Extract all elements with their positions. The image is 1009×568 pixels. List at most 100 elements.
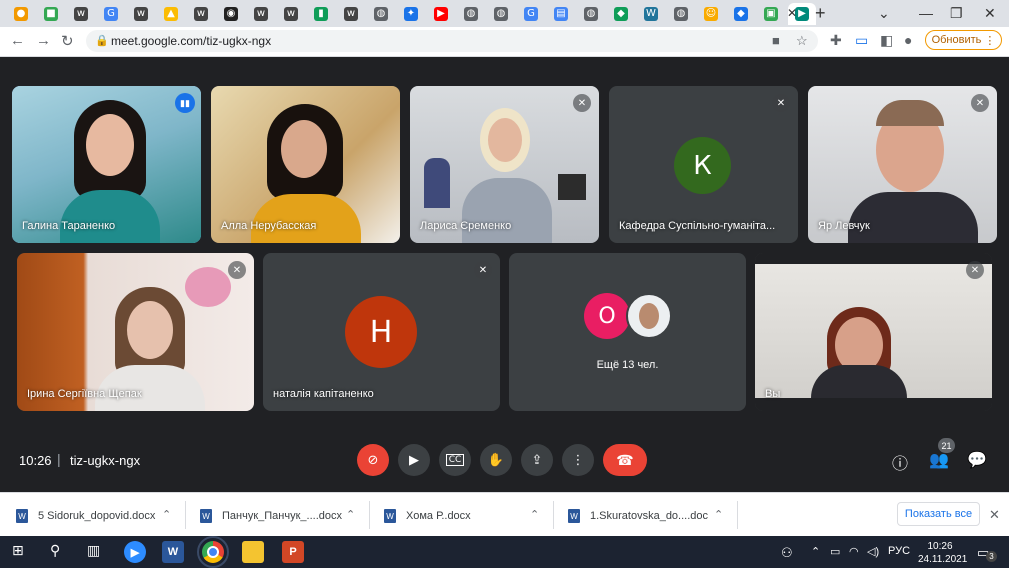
more-participants-tile[interactable]: О Ещё 13 чел. <box>509 253 746 411</box>
browser-tab[interactable]: ◆ <box>608 3 634 25</box>
browser-tab[interactable]: ▣ <box>758 3 784 25</box>
chevron-up-icon[interactable]: ⌃ <box>162 508 171 521</box>
participant-tile[interactable]: ✕ Яр Левчук <box>808 86 997 243</box>
network-icon[interactable]: ◠ <box>849 545 859 558</box>
back-icon[interactable]: ← <box>10 32 25 49</box>
more-participants-label: Ещё 13 чел. <box>596 359 659 371</box>
browser-tab[interactable]: ■ <box>38 3 64 25</box>
system-clock[interactable]: 10:26 24.11.2021 <box>918 540 967 566</box>
word-app-icon[interactable]: W <box>162 541 184 563</box>
participant-tile[interactable]: ▮▮ Галина Тараненко <box>12 86 201 243</box>
browser-tab[interactable]: ✦ <box>398 3 424 25</box>
camera-icon[interactable]: ■ <box>772 33 780 48</box>
chevron-up-icon[interactable]: ⌃ <box>714 508 723 521</box>
language-indicator[interactable]: РУС <box>888 545 910 557</box>
new-tab-button[interactable]: + <box>815 3 826 24</box>
chat-icon[interactable]: 💬 <box>967 450 987 469</box>
browser-tab[interactable]: ▮ <box>308 3 334 25</box>
wordpress-icon: W <box>644 7 658 21</box>
close-window-icon[interactable]: ✕ <box>984 5 996 22</box>
participant-tile[interactable]: К ✕ Кафедра Суспільно-гуманіта... <box>609 86 798 243</box>
update-button[interactable]: Обновить ⋮ <box>925 30 1002 50</box>
download-item[interactable]: W5 Sidoruk_dopovid.docx <box>16 506 155 526</box>
browser-tab[interactable]: w <box>278 3 304 25</box>
browser-tab[interactable]: ◍ <box>458 3 484 25</box>
browser-tab[interactable]: ▲ <box>158 3 184 25</box>
browser-tab[interactable]: w <box>188 3 214 25</box>
people-tray-icon[interactable]: ⚇ <box>781 545 793 561</box>
info-icon[interactable]: ⓘ <box>892 450 908 474</box>
browser-tab[interactable]: G <box>518 3 544 25</box>
participant-tile[interactable]: Алла Нерубасская <box>211 86 400 243</box>
meeting-code: tiz-ugkx-ngx <box>70 453 141 468</box>
forward-icon[interactable]: → <box>36 32 51 49</box>
participant-tile[interactable]: ✕ Ірина Сергіївна Щепак <box>17 253 254 411</box>
divider <box>553 501 554 529</box>
volume-icon[interactable]: ◁) <box>867 545 879 558</box>
lock-icon[interactable]: 🔒 <box>95 34 109 47</box>
url-text[interactable]: meet.google.com/tiz-ugkx-ngx <box>111 34 271 48</box>
diamond-icon: ◆ <box>734 7 748 21</box>
word-doc-icon: W <box>568 509 580 523</box>
browser-tab[interactable]: w <box>128 3 154 25</box>
word-doc-icon: W <box>200 509 212 523</box>
show-hidden-icons[interactable]: ⌃ <box>811 545 820 558</box>
browser-tab[interactable]: ◍ <box>488 3 514 25</box>
browser-tab[interactable]: W <box>638 3 664 25</box>
hand-icon: ✋ <box>487 452 505 468</box>
more-options-button[interactable]: ⋮ <box>562 444 594 476</box>
raise-hand-button[interactable]: ✋ <box>480 444 512 476</box>
browser-tab[interactable]: ● <box>8 3 34 25</box>
participant-tile[interactable]: Н ✕ наталія капітаненко <box>263 253 500 411</box>
download-item[interactable]: W 1.Skuratovska_do....doc <box>568 506 708 526</box>
browser-tab[interactable]: ◍ <box>368 3 394 25</box>
browser-tab[interactable]: G <box>98 3 124 25</box>
browser-tab[interactable]: w <box>248 3 274 25</box>
browser-tab[interactable]: ▶ <box>428 3 454 25</box>
bookmark-star-icon[interactable]: ☆ <box>796 33 808 49</box>
show-all-button[interactable]: Показать все <box>897 502 980 526</box>
file-explorer-icon[interactable] <box>242 541 264 563</box>
browser-tab[interactable]: ☺ <box>698 3 724 25</box>
chrome-app-icon[interactable] <box>197 536 229 568</box>
present-button[interactable]: ⇪ <box>521 444 553 476</box>
chevron-up-icon[interactable]: ⌃ <box>530 508 539 521</box>
tab-search-icon[interactable]: ⌄ <box>878 5 890 22</box>
browser-tab[interactable]: w <box>68 3 94 25</box>
browser-tab[interactable]: ▤ <box>548 3 574 25</box>
minimize-icon[interactable]: — <box>919 5 933 21</box>
leave-call-button[interactable]: ☎ <box>603 444 647 476</box>
powerpoint-app-icon[interactable]: P <box>282 541 304 563</box>
wolf-icon: w <box>74 7 88 21</box>
mic-toggle-button[interactable]: ⊘ <box>357 444 389 476</box>
address-bar[interactable]: 🔒 meet.google.com/tiz-ugkx-ngx ■ ☆ <box>86 30 818 52</box>
browser-tab[interactable]: ◍ <box>668 3 694 25</box>
reload-icon[interactable]: ↻ <box>61 32 74 50</box>
task-view-icon[interactable]: ▥ <box>87 543 100 559</box>
participant-tile[interactable]: ✕ Лариса Єременко <box>410 86 599 243</box>
extensions-icon[interactable]: ✚ <box>830 32 842 49</box>
battery-icon[interactable]: ▭ <box>830 545 840 558</box>
camera-toggle-button[interactable]: ▶ <box>398 444 430 476</box>
captions-button[interactable]: CC <box>439 444 471 476</box>
download-item[interactable]: W Хома Р..docx <box>384 506 471 526</box>
profile-icon[interactable]: ● <box>904 32 912 48</box>
side-panel-icon[interactable]: ◧ <box>880 32 893 49</box>
self-tile[interactable]: ✕ Вы <box>755 253 992 411</box>
close-tab-icon[interactable]: ✕ <box>787 6 797 20</box>
browser-tab[interactable]: w <box>338 3 364 25</box>
download-item[interactable]: W Панчук_Панчук_....docx <box>200 506 342 526</box>
restore-icon[interactable]: ❐ <box>950 5 963 22</box>
wolf-icon: w <box>134 7 148 21</box>
zoom-app-icon[interactable]: ▶ <box>124 541 146 563</box>
close-downloads-icon[interactable]: ✕ <box>989 507 1000 523</box>
participant-name: Галина Тараненко <box>22 220 116 232</box>
speaking-indicator-icon: ▮▮ <box>175 93 195 113</box>
cast-icon[interactable]: ▭ <box>855 32 868 49</box>
browser-tab[interactable]: ◍ <box>578 3 604 25</box>
chevron-up-icon[interactable]: ⌃ <box>346 508 355 521</box>
browser-tab[interactable]: ◉ <box>218 3 244 25</box>
browser-tab[interactable]: ◆ <box>728 3 754 25</box>
windows-start-icon[interactable]: ⊞ <box>12 543 24 559</box>
search-icon[interactable]: ⚲ <box>50 543 60 559</box>
